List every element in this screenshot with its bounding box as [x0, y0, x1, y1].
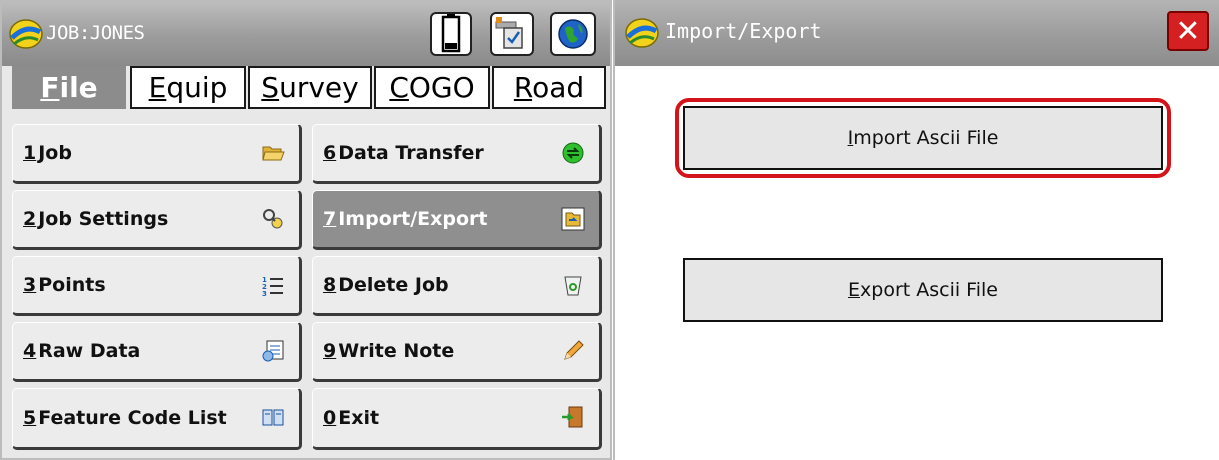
menu-key: 4: [23, 340, 37, 362]
menu-feature-code-list-button[interactable]: 5 Feature Code List: [12, 388, 302, 450]
menu-exit-button[interactable]: 0 Exit: [312, 388, 602, 450]
menu-key: 8: [323, 274, 337, 296]
battery-button[interactable]: [430, 12, 472, 56]
menu-key: 2: [23, 208, 37, 230]
menu-key: 9: [323, 340, 337, 362]
menu-label: Import/Export: [338, 208, 488, 230]
window-title: JOB:JONES: [46, 22, 145, 44]
import-export-icon: [561, 207, 585, 231]
menu-job-button[interactable]: 1 Job: [12, 124, 302, 184]
exit-door-icon: [562, 406, 583, 428]
app-logo-icon: [625, 18, 659, 48]
menu-label: Exit: [338, 407, 380, 429]
tab-equip[interactable]: Equip: [130, 66, 246, 109]
settings-search-icon: [263, 209, 283, 229]
pencil-icon: [564, 340, 584, 360]
tab-survey[interactable]: Survey: [248, 66, 372, 109]
close-icon: ✕: [1175, 13, 1201, 49]
book-icon: [262, 409, 284, 426]
tab-file[interactable]: File: [12, 66, 126, 109]
globe-button[interactable]: [550, 12, 596, 56]
folder-open-icon: [262, 146, 285, 161]
main-menu-window: JOB:JONES File Equip Survey COGO Road 1 …: [0, 0, 612, 460]
app-logo-icon: [9, 19, 43, 49]
menu-label: Delete Job: [338, 274, 449, 296]
import-ascii-file-button[interactable]: Import Ascii File: [675, 98, 1171, 178]
menu-data-transfer-button[interactable]: 6 Data Transfer: [312, 124, 602, 184]
battery-icon: [441, 14, 461, 53]
menu-job-settings-button[interactable]: 2 Job Settings: [12, 190, 302, 250]
tab-label: File: [40, 71, 98, 104]
menu-label: Write Note: [338, 340, 455, 362]
menu-key: 5: [23, 407, 37, 429]
menu-label: Raw Data: [38, 340, 141, 362]
menu-key: 6: [323, 142, 337, 164]
menu-delete-job-button[interactable]: 8 Delete Job: [312, 256, 602, 316]
transfer-icon: [562, 142, 584, 164]
menu-label: Feature Code List: [38, 407, 227, 429]
menu-label: Job Settings: [38, 208, 169, 230]
menu-key: 0: [323, 407, 337, 429]
window-title: Import/Export: [665, 19, 822, 43]
instrument-icon: [495, 17, 523, 49]
globe-icon: [558, 19, 588, 49]
import-export-window: Import/Export ✕ Import Ascii File Export…: [613, 0, 1219, 460]
menu-raw-data-button[interactable]: 4 Raw Data: [12, 322, 302, 382]
title-bar: JOB:JONES: [2, 2, 610, 66]
instrument-button[interactable]: [490, 12, 534, 56]
raw-data-icon: [262, 340, 284, 362]
menu-write-note-button[interactable]: 9 Write Note: [312, 322, 602, 382]
tab-label: COGO: [389, 71, 475, 104]
menu-label: Data Transfer: [338, 142, 484, 164]
tab-bar: File Equip Survey COGO Road: [2, 66, 610, 111]
menu-points-button[interactable]: 3 Points 123: [12, 256, 302, 316]
menu-key: 3: [23, 274, 37, 296]
tab-label: Equip: [148, 71, 228, 104]
tab-label: Survey: [261, 71, 359, 104]
title-bar: Import/Export ✕: [615, 0, 1219, 66]
export-ascii-file-button[interactable]: Export Ascii File: [683, 258, 1163, 322]
svg-text:3: 3: [262, 290, 267, 297]
tab-road[interactable]: Road: [492, 66, 606, 109]
menu-label: Points: [38, 274, 106, 296]
button-label: Import Ascii File: [847, 127, 999, 149]
menu-label: Job: [38, 142, 72, 164]
button-label: Export Ascii File: [848, 279, 998, 301]
recycle-bin-icon: [564, 276, 582, 296]
close-button[interactable]: ✕: [1167, 11, 1209, 51]
menu-import-export-button[interactable]: 7 Import/Export: [312, 190, 602, 250]
menu-key: 1: [23, 142, 37, 164]
tab-label: Road: [513, 71, 585, 104]
menu-key: 7: [323, 208, 337, 230]
numbered-list-icon: 123: [262, 276, 283, 297]
tab-cogo[interactable]: COGO: [374, 66, 490, 109]
